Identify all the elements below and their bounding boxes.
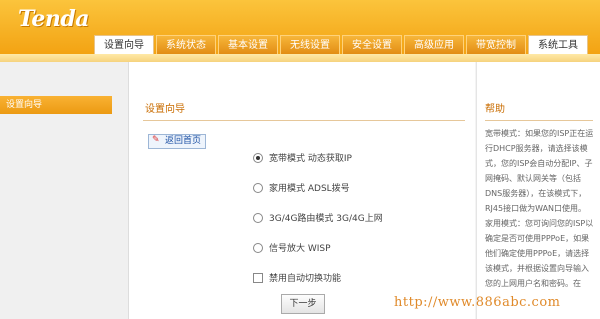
radio-adsl[interactable]: [253, 182, 263, 193]
tab-bandwidth-control[interactable]: 带宽控制: [466, 35, 526, 54]
radio-broadband[interactable]: [253, 152, 263, 163]
tenda-logo: Tenda: [18, 6, 89, 32]
back-home-label: 返回首页: [165, 136, 202, 146]
header-bar: Tenda 设置向导 系统状态 基本设置 无线设置 安全设置 高级应用 带宽控制…: [0, 0, 600, 54]
tab-advanced[interactable]: 高级应用: [404, 35, 464, 54]
checkbox-disable-auto-switch[interactable]: [253, 272, 263, 283]
tab-wireless-settings[interactable]: 无线设置: [280, 35, 340, 54]
option-label: 宽带模式 动态获取IP: [269, 154, 352, 164]
option-broadband-mode[interactable]: 宽带模式 动态获取IP: [253, 152, 352, 166]
tab-system-status[interactable]: 系统状态: [156, 35, 216, 54]
sub-bar: [0, 54, 600, 62]
tab-security-settings[interactable]: 安全设置: [342, 35, 402, 54]
option-wisp-mode[interactable]: 信号放大 WISP: [253, 242, 331, 256]
sidebar: 设置向导: [0, 62, 129, 319]
sidebar-item-setup-wizard[interactable]: 设置向导: [0, 96, 112, 114]
tab-basic-settings[interactable]: 基本设置: [218, 35, 278, 54]
radio-3g4g[interactable]: [253, 212, 263, 223]
watermark: http://www.886abc.com: [394, 295, 561, 310]
help-text: 宽带模式：如果您的ISP正在运行DHCP服务器，请选择该模式，您的ISP会自动分…: [485, 129, 594, 288]
option-label: 禁用自动切换功能: [269, 274, 342, 284]
next-button[interactable]: 下一步: [281, 294, 325, 314]
option-label: 家用模式 ADSL拨号: [269, 184, 350, 194]
option-label: 信号放大 WISP: [269, 244, 331, 254]
tab-system-tools[interactable]: 系统工具: [528, 35, 588, 54]
radio-wisp[interactable]: [253, 242, 263, 253]
help-divider: [485, 120, 593, 121]
option-adsl-mode[interactable]: 家用模式 ADSL拨号: [253, 182, 350, 196]
help-panel: 帮助 宽带模式：如果您的ISP正在运行DHCP服务器，请选择该模式，您的ISP会…: [476, 62, 600, 319]
home-icon: ✎: [152, 135, 160, 145]
tab-setup-wizard[interactable]: 设置向导: [94, 35, 154, 54]
back-home-link[interactable]: ✎ 返回首页: [148, 134, 207, 149]
page-title: 设置向导: [145, 104, 185, 115]
option-disable-auto-switch[interactable]: 禁用自动切换功能: [253, 272, 341, 286]
title-divider: [143, 120, 465, 121]
main-tabs: 设置向导 系统状态 基本设置 无线设置 安全设置 高级应用 带宽控制 系统工具: [94, 35, 588, 54]
option-3g4g-mode[interactable]: 3G/4G路由模式 3G/4G上网: [253, 212, 383, 226]
main-panel: 设置向导 ✎ 返回首页 宽带模式 动态获取IP 家用模式 ADSL拨号 3G/4…: [129, 62, 475, 319]
help-title: 帮助: [485, 104, 505, 115]
option-label: 3G/4G路由模式 3G/4G上网: [269, 214, 383, 224]
